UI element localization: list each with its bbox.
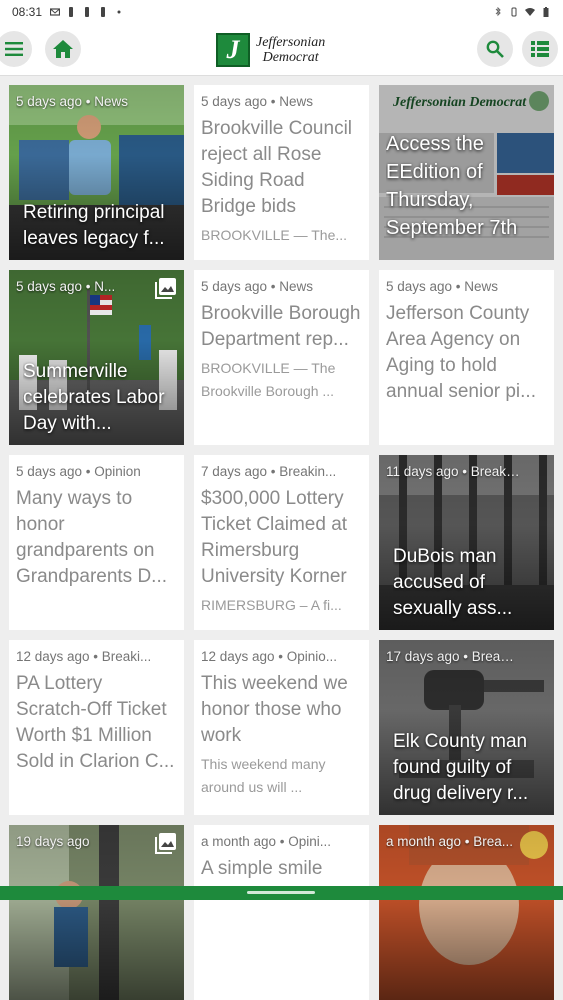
wifi-icon xyxy=(525,8,535,16)
notification-icons xyxy=(50,7,124,17)
article-meta: 11 days ago • Breaki... xyxy=(386,464,520,479)
article-headline: Summerville celebrates Labor Day with... xyxy=(23,361,165,434)
eedition-card[interactable]: Jeffersonian Democrat Access the EEditio… xyxy=(379,85,554,260)
article-card[interactable]: 5 days ago • News Jefferson County Area … xyxy=(379,270,554,445)
navigation-bar xyxy=(0,886,563,900)
article-meta: 12 days ago • Opinio... xyxy=(201,649,338,664)
article-card[interactable]: 5 days ago • N... Summerville celebrates… xyxy=(9,270,184,445)
home-icon xyxy=(53,40,73,58)
notification-icon xyxy=(101,7,106,17)
article-excerpt: BROOKVILLE — The... xyxy=(201,227,348,243)
logo-wordmark: Jeffersonian Democrat xyxy=(256,35,325,65)
photo-gallery-icon xyxy=(155,278,176,299)
app-bar: J Jeffersonian Democrat xyxy=(0,24,563,76)
article-headline: PA Lottery Scratch-Off Ticket Worth $1 M… xyxy=(16,673,175,772)
home-button[interactable] xyxy=(45,31,81,67)
article-card[interactable]: a month ago • Opini... A simple smile xyxy=(194,825,369,1000)
list-view-icon xyxy=(531,41,549,57)
article-card[interactable]: 5 days ago • Opinion Many ways to honor … xyxy=(9,455,184,630)
system-icons xyxy=(493,7,551,17)
article-card[interactable]: 5 days ago • News Retiring principal lea… xyxy=(9,85,184,260)
article-meta: 7 days ago • Breakin... xyxy=(201,464,337,479)
logo-mark: J xyxy=(216,33,250,67)
article-headline: DuBois man accused of sexually ass... xyxy=(393,546,513,619)
article-card[interactable]: a month ago • Brea... xyxy=(379,825,554,1000)
article-card[interactable]: 12 days ago • Breaki... PA Lottery Scrat… xyxy=(9,640,184,815)
article-headline: Access the EEdition of Thursday, Septemb… xyxy=(386,133,518,239)
menu-button[interactable] xyxy=(0,31,32,67)
article-card[interactable]: 5 days ago • News Brookville Borough Dep… xyxy=(194,270,369,445)
list-view-button[interactable] xyxy=(522,31,558,67)
notification-icon xyxy=(85,7,90,17)
notification-icon xyxy=(69,7,74,17)
article-meta: 12 days ago • Breaki... xyxy=(16,649,152,664)
logo-line-1: Jeffersonian xyxy=(256,35,326,50)
menu-icon xyxy=(5,42,23,56)
article-meta: 17 days ago • Breaki... xyxy=(386,649,520,664)
gesture-handle[interactable] xyxy=(247,891,315,894)
photo-gallery-icon xyxy=(155,833,176,854)
status-time: 08:31 xyxy=(12,5,43,19)
article-headline: Retiring principal leaves legacy f... xyxy=(23,202,165,249)
article-excerpt: BROOKVILLE — The Brookville Borough ... xyxy=(201,360,336,399)
search-button[interactable] xyxy=(477,31,513,67)
article-headline: Elk County man found guilty of drug deli… xyxy=(393,731,529,804)
article-card[interactable]: 19 days ago xyxy=(9,825,184,1000)
article-headline: Many ways to honor grandparents on Grand… xyxy=(16,488,168,587)
article-headline: Brookville Borough Department rep... xyxy=(201,303,361,350)
search-icon xyxy=(486,40,504,58)
bluetooth-icon xyxy=(495,7,501,17)
article-meta: a month ago • Opini... xyxy=(201,834,332,849)
logo-line-2: Democrat xyxy=(262,50,319,65)
article-headline: This weekend we honor those who work xyxy=(201,673,348,746)
article-meta: 5 days ago • N... xyxy=(16,279,116,294)
mail-icon xyxy=(50,8,61,16)
article-meta: 5 days ago • News xyxy=(201,279,314,294)
article-card[interactable]: 11 days ago • Breaki... DuBois man accus… xyxy=(379,455,554,630)
article-meta: 5 days ago • News xyxy=(16,94,129,109)
article-grid: 5 days ago • News Retiring principal lea… xyxy=(9,85,554,1000)
status-bar: 08:31 xyxy=(0,0,563,24)
article-card[interactable]: 17 days ago • Breaki... Elk County man f… xyxy=(379,640,554,815)
photo-overlay xyxy=(379,825,554,1000)
article-meta: 5 days ago • News xyxy=(386,279,499,294)
article-excerpt: This weekend many around us will ... xyxy=(201,756,326,795)
app-logo[interactable]: J Jeffersonian Democrat xyxy=(216,32,325,68)
article-headline: Brookville Council reject all Rose Sidin… xyxy=(201,118,353,217)
article-card[interactable]: 5 days ago • News Brookville Council rej… xyxy=(194,85,369,260)
article-headline: A simple smile xyxy=(201,858,323,879)
article-meta: a month ago • Brea... xyxy=(386,834,514,849)
battery-icon xyxy=(543,7,549,17)
article-headline: $300,000 Lottery Ticket Claimed at Rimer… xyxy=(201,488,348,587)
article-meta: 5 days ago • Opinion xyxy=(16,464,141,479)
article-card[interactable]: 7 days ago • Breakin... $300,000 Lottery… xyxy=(194,455,369,630)
article-headline: Jefferson County Area Agency on Aging to… xyxy=(386,303,536,402)
vibrate-icon xyxy=(511,7,517,17)
article-excerpt: RIMERSBURG – A fi... xyxy=(201,597,342,613)
article-meta: 19 days ago xyxy=(16,834,90,849)
dot-icon xyxy=(117,10,121,14)
article-card[interactable]: 12 days ago • Opinio... This weekend we … xyxy=(194,640,369,815)
article-meta: 5 days ago • News xyxy=(201,94,314,109)
